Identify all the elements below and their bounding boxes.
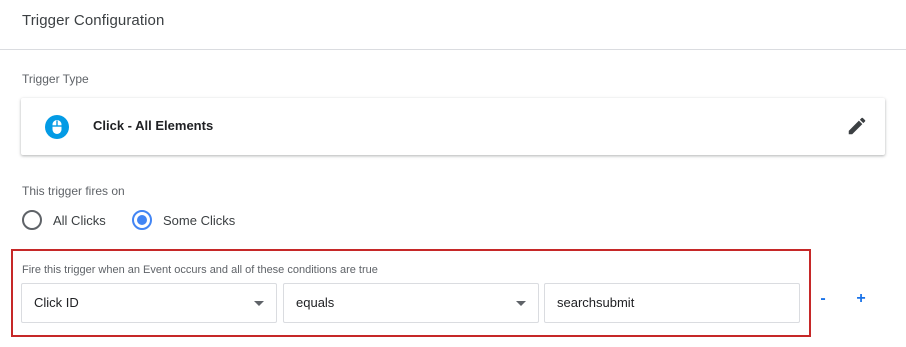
pencil-icon <box>848 117 866 135</box>
chevron-down-icon <box>254 301 264 306</box>
variable-select-value: Click ID <box>34 295 79 310</box>
panel-title: Trigger Configuration <box>22 12 165 29</box>
conditions-description: Fire this trigger when an Event occurs a… <box>22 264 378 276</box>
fires-on-label: This trigger fires on <box>22 184 125 198</box>
remove-condition-button[interactable]: - <box>815 290 831 308</box>
radio-all-clicks[interactable]: All Clicks <box>22 210 106 230</box>
operator-select-value: equals <box>296 295 335 310</box>
radio-button[interactable] <box>22 210 42 230</box>
variable-select[interactable]: Click ID <box>21 283 277 323</box>
trigger-type-name: Click - All Elements <box>93 118 214 133</box>
trigger-type-label: Trigger Type <box>22 72 89 86</box>
trigger-type-card[interactable]: Click - All Elements <box>21 98 885 155</box>
header-divider <box>0 49 906 50</box>
radio-label: Some Clicks <box>163 212 236 228</box>
chevron-down-icon <box>516 301 526 306</box>
operator-select[interactable]: equals <box>283 283 539 323</box>
mouse-icon <box>45 115 69 139</box>
radio-label: All Clicks <box>53 212 106 228</box>
add-condition-button[interactable]: + <box>853 290 869 308</box>
value-input[interactable]: searchsubmit <box>544 283 800 323</box>
edit-trigger-button[interactable] <box>846 115 868 137</box>
radio-some-clicks[interactable]: Some Clicks <box>132 210 235 230</box>
radio-button[interactable] <box>132 210 152 230</box>
value-input-text: searchsubmit <box>557 295 635 310</box>
